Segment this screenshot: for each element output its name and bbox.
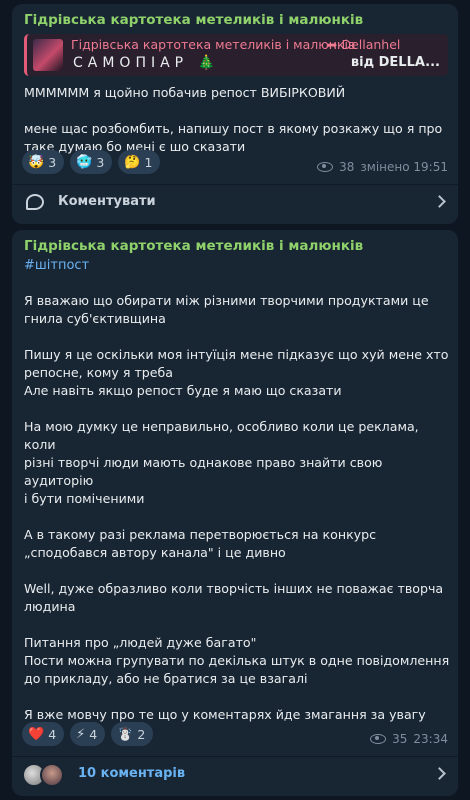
forward-subtitle: САМОПІАР 🎄 xyxy=(73,55,221,71)
reaction-count: 2 xyxy=(137,726,146,742)
message-time: 23:34 xyxy=(413,732,448,746)
reaction-chip[interactable]: 🤯 3 xyxy=(22,150,65,174)
reactions: ❤️ 4 ⚡ 4 ☃️ 2 xyxy=(22,722,154,746)
message-paragraph: Я вважаю що обирати між різними творчими… xyxy=(24,293,429,326)
comment-button[interactable]: Коментувати xyxy=(12,184,458,220)
reaction-emoji: ☃️ xyxy=(117,726,134,742)
channel-name[interactable]: Гідрівська картотека метеликів і малюнкі… xyxy=(24,12,363,28)
comments-button[interactable]: 10 коментарів xyxy=(12,756,458,792)
reaction-chip[interactable]: ⚡ 4 xyxy=(70,722,106,746)
forwarded-preview[interactable]: Гідрівська картотека метеликів і малюнкі… xyxy=(24,34,448,76)
reaction-emoji: ❤️ xyxy=(28,726,45,742)
forward-avatar xyxy=(33,39,63,71)
message-paragraph: Well, дуже образливо коли творчість інши… xyxy=(24,581,444,614)
forward-title: Гідрівська картотека метеликів і малюнкі… xyxy=(71,37,356,52)
reaction-count: 1 xyxy=(144,154,153,170)
message-text: Я вважаю що обирати між різними творчими… xyxy=(24,292,450,724)
reaction-chip[interactable]: ❤️ 4 xyxy=(22,722,65,746)
channel-post-1: Гідрівська картотека метеликів і малюнкі… xyxy=(12,4,458,224)
forward-from: від DELLA... xyxy=(350,55,440,70)
reaction-count: 3 xyxy=(96,154,105,170)
reaction-count: 4 xyxy=(48,726,57,742)
reaction-emoji: 🤔 xyxy=(124,154,141,170)
chevron-right-icon xyxy=(433,195,446,208)
reaction-emoji: 🥶 xyxy=(76,154,93,170)
reaction-emoji: 🤯 xyxy=(28,154,45,170)
views-eye-icon xyxy=(317,162,334,172)
comments-count-label: 10 коментарів xyxy=(78,766,186,781)
reactions: 🤯 3 🥶 3 🤔 1 xyxy=(22,150,161,174)
reaction-chip[interactable]: ☃️ 2 xyxy=(111,722,154,746)
message-paragraph: На мою думку це неправильно, особливо ко… xyxy=(24,419,419,506)
message-paragraph: ММММММ я щойно побачив репост ВИБІРКОВИЙ xyxy=(24,85,346,100)
views-count: 38 xyxy=(339,160,355,174)
message-paragraph: Питання про „людей дуже багато" Пости мо… xyxy=(24,635,450,686)
reaction-count: 4 xyxy=(89,726,98,742)
channel-name[interactable]: Гідрівська картотека метеликів і малюнкі… xyxy=(24,238,363,254)
edited-time: змінено 19:51 xyxy=(360,160,448,174)
views-eye-icon xyxy=(370,734,387,744)
message-meta: 35 23:34 xyxy=(370,732,448,746)
reaction-emoji: ⚡ xyxy=(76,726,86,742)
comment-label: Коментувати xyxy=(58,194,156,209)
reaction-count: 3 xyxy=(48,154,57,170)
comment-bubble-icon xyxy=(26,194,44,210)
forward-author: ➦ Dellanhel xyxy=(327,37,401,52)
avatar xyxy=(40,763,64,787)
message-paragraph: А в такому разі реклама перетворюється н… xyxy=(24,527,377,560)
reaction-chip[interactable]: 🥶 3 xyxy=(70,150,113,174)
message-paragraph: Пишу я це оскільки моя інтуїція мене під… xyxy=(24,347,449,398)
commenter-avatars xyxy=(22,763,68,787)
hashtag-link[interactable]: #шітпост xyxy=(24,258,89,273)
message-text: ММММММ я щойно побачив репост ВИБІРКОВИЙ… xyxy=(24,84,450,156)
chevron-right-icon xyxy=(433,767,446,780)
message-meta: 38 змінено 19:51 xyxy=(317,160,448,174)
views-count: 35 xyxy=(392,732,408,746)
channel-post-2: Гідрівська картотека метеликів і малюнкі… xyxy=(12,230,458,796)
reaction-chip[interactable]: 🤔 1 xyxy=(118,150,161,174)
